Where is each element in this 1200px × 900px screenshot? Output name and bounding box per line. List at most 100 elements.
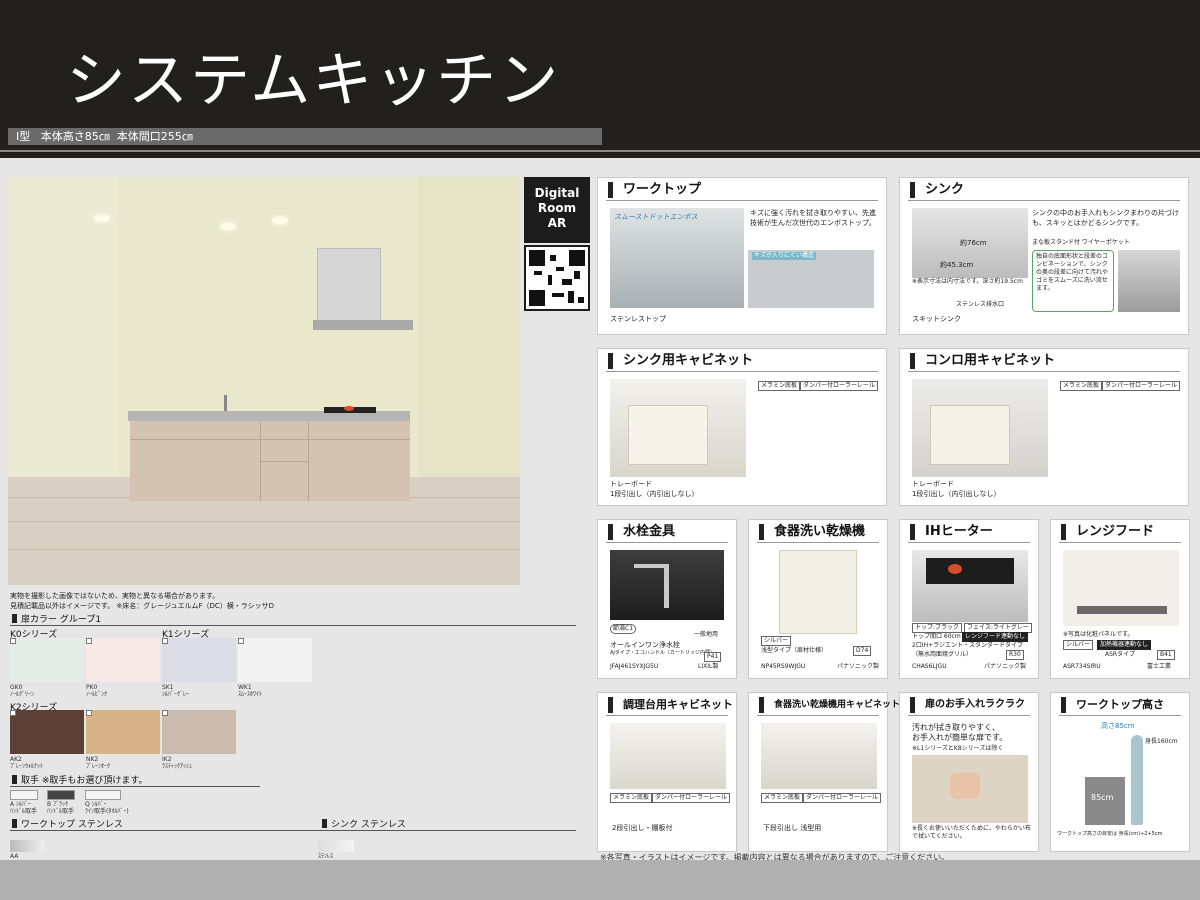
swatch-checkbox[interactable] [86,638,92,644]
worktop-closeup: キズが入りにくい構造 [748,250,874,308]
handle-a-swatch[interactable] [10,790,38,800]
card-faucet-title: 水栓金具 [608,524,675,540]
color-swatch-pk0[interactable] [86,638,160,682]
door-care-desc-1: 汚れが拭き取りやすく、 [912,723,1000,732]
worktop-desc: キズに強く汚れを拭き取りやすい、先進技術が生んだ次世代のエンボストップ。 [750,209,876,227]
color-swatch-wk1[interactable] [238,638,312,682]
worktop-photo: スムーストドットエンボス [610,208,744,308]
card-worktop-height: ワークトップ高さ 高さ85cm 身長160cm 85cm ワークトップ高さの目安… [1050,692,1190,852]
stove-cabinet-caption-2: 1段引出し（内引出しなし） [912,490,1001,498]
ar-badge-line2: Room [537,201,577,215]
range-hood-size: B41 [1157,650,1175,660]
sink-desc2-box: 独自の底面形状と段差のコンビネーションで、シンクの奥の段差に向けて汚れやゴミをス… [1032,250,1114,312]
stove-prep-tag-2: ダンパー付ローラーレール [652,793,731,803]
range-hood-model: ASR734SIRU [1063,663,1101,670]
sink-cabinet-caption-2: 1段引出し（内引出しなし） [610,490,699,498]
card-dishwasher-cabinet: 食器洗い乾燥機用キャビネット メラミン底板 ダンパー付ローラーレール 下段引出し… [748,692,900,852]
sink-caption: スキットシンク [912,315,961,323]
dishwasher-cabinet-tag-1: メラミン底板 [761,793,804,803]
card-sink: シンク 約76cm 約45.3cm ※表示寸法は内寸法です。深さ約19.5cm … [899,177,1189,335]
dishwasher-photo [779,550,857,634]
swatch-label: SK1 ｼﾙﾊﾞｰｸﾞﾚｰ [162,684,190,698]
card-range-hood: レンジフード ※写真は化粧パネルです。 シルバー 加熱機器連動なし ASRタイプ… [1050,519,1190,679]
faucet-photo [610,550,724,620]
faucet-desc-2: AJタイプ・エコハンドル（カートリッジ内蔵） [610,650,715,656]
card-worktop-title: ワークトップ [608,182,701,198]
stove-cabinet-tag-1: メラミン底板 [1060,381,1103,391]
color-swatch-nk2[interactable] [86,710,160,754]
swatch-checkbox[interactable] [162,710,168,716]
swatch-label: WK1 ｽﾑｰｽﾎﾜｲﾄ [238,684,263,698]
ih-photo [912,550,1028,622]
range-hood-line: ASRタイプ [1105,651,1136,658]
sink-desc-2: 独自の底面形状と段差のコンビネーションで、シンクの奥の段差に向けて汚れやゴミをス… [1036,253,1109,292]
ih-maker: パナソニック製 [984,663,1027,670]
handle-b-swatch[interactable] [47,790,75,800]
stove-cabinet-tag-2: ダンパー付ローラーレール [1102,381,1181,391]
color-swatch-sk1[interactable] [162,638,236,682]
card-worktop-height-title: ワークトップ高さ [1061,697,1164,713]
door-care-caption: ※長くお使いいただくために、やわらかい布で拭いてください。 [912,825,1031,840]
stove-prep-caption: 2段引出し・棚板付 [612,824,673,832]
header-divider [0,150,1200,152]
ar-badge-line3: AR [547,216,567,230]
card-sink-cabinet: シンク用キャビネット メラミン底板 ダンパー付ローラーレール トレーボード 1段… [597,348,887,506]
worktop-swatch[interactable] [10,840,44,852]
sink-swatch[interactable] [318,840,354,852]
digital-room-ar-badge[interactable]: Digital Room AR [524,177,590,243]
swatch-checkbox[interactable] [238,638,244,644]
color-swatch-gk0[interactable] [10,638,84,682]
swatch-checkbox[interactable] [86,710,92,716]
qr-code[interactable] [524,245,590,311]
swatch-checkbox[interactable] [10,638,16,644]
worktop-code: AA [10,853,19,860]
worktop-height-box: 85cm [1085,777,1125,825]
dishwasher-desc: 浅型タイプ（扉材仕様） [761,647,828,654]
faucet-badge: 節湯C1 [610,624,637,634]
worktop-caption: ステンレストップ [610,315,666,323]
card-range-hood-title: レンジフード [1061,524,1154,540]
handle-q-swatch[interactable] [85,790,121,800]
card-dishwasher-title: 食器洗い乾燥機 [759,524,865,540]
range-hood-tag-1: シルバー [1063,640,1094,650]
sink-note-1: ※表示寸法は内寸法です。深さ約19.5cm [912,278,1023,285]
sink-code: ｽﾃﾝﾚｽ [318,853,334,860]
door-care-desc-2: お手入れが簡単な扉です。 [912,733,1008,742]
swatch-label: GK0 ﾉｰﾙｸﾞﾘｰﾝ [10,684,35,698]
swatch-checkbox[interactable] [162,638,168,644]
swatch-label: AK2 ﾌﾟﾚｰﾝｳｫﾙﾅｯﾄ [10,756,44,770]
card-dishwasher-cabinet-title: 食器洗い乾燥機用キャビネット [759,697,900,713]
faucet-note: 一般地用 [694,631,719,638]
card-stove-prep-cabinet-title: 調理台用キャビネット [608,697,733,713]
color-swatch-ik2[interactable] [162,710,236,754]
worktop-height-box-label: 85cm [1091,793,1114,802]
ceiling-light [220,223,236,230]
ih-model: CHAS6LJGU [912,663,947,670]
card-sink-cabinet-title: シンク用キャビネット [608,353,753,369]
range-hood-photo [1063,550,1179,626]
range-hood-note: ※写真は化粧パネルです。 [1063,631,1134,638]
hob-burner [344,406,354,411]
dishwasher-size: D74 [853,646,872,656]
ceiling-light [272,217,288,224]
handle-heading: 取手 ※取手もお選び頂けます。 [10,775,260,787]
sink-cabinet-caption-1: トレーボード [610,480,652,488]
worktop-height-formula: ワークトップ高さの目安は 身長(cm)÷2+5cm [1057,831,1163,837]
card-faucet: 水栓金具 節湯C1 一般地用 オールインワン浄水栓 AJタイプ・エコハンドル（カ… [597,519,737,679]
sink-note-2: まな板スタンド付 ワイヤーポケット [1032,239,1130,246]
swatch-label: NK2 ﾌﾟﾚｰﾝｵｰｸ [86,756,111,770]
range-hood-maker: 富士工業 [1147,663,1172,670]
card-stove-cabinet: コンロ用キャビネット メラミン底板 ダンパー付ローラーレール トレーボード 1段… [899,348,1189,506]
sink-dims-2: 約45.3cm [940,261,974,269]
range-hood-skirt [313,320,413,330]
sink-drain-photo [1118,250,1180,312]
swatch-label: IK2 ﾗｽﾃｨｯｸｱｯｼｭ [162,756,193,770]
range-hood-render [317,248,381,324]
handle-b-label: B ﾌﾞﾗｯｸ ﾊﾝﾄﾞﾙ取手 [47,801,75,815]
ar-badge-line1: Digital [534,186,580,200]
color-swatch-ak2[interactable] [10,710,84,754]
sink-cabinet-tag-1: メラミン底板 [758,381,801,391]
range-hood-tag-2: 加熱機器連動なし [1097,640,1152,650]
stove-cabinet-photo [912,379,1048,477]
faucet-model: JFAJ461SYXJG5U [610,663,659,670]
